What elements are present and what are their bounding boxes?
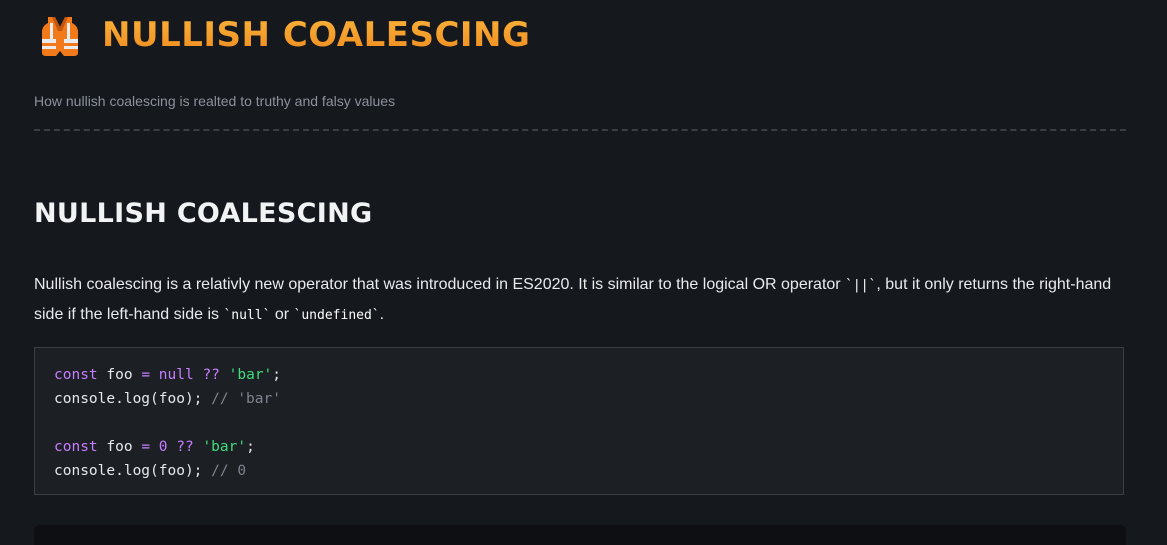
page-title: NULLISH COALESCING: [102, 15, 531, 55]
section-paragraph: Nullish coalescing is a relativly new op…: [34, 270, 1114, 330]
code-token-op: =: [141, 367, 151, 383]
section-heading: NULLISH COALESCING: [34, 198, 373, 229]
page-subtitle: How nullish coalescing is realted to tru…: [34, 93, 396, 109]
code-token-plain: ;: [246, 439, 255, 455]
page-header: NULLISH COALESCING: [38, 12, 530, 58]
inline-code-null: `null`: [223, 308, 271, 323]
code-block[interactable]: const foo = null ?? 'bar'; console.log(fo…: [34, 347, 1124, 495]
inline-code-undefined: `undefined`: [293, 308, 380, 323]
header-divider: [34, 129, 1126, 131]
code-token-plain: console.log(foo);: [54, 463, 212, 479]
inline-code-or: `||`: [845, 278, 877, 293]
code-line: const foo = 0 ?? 'bar';: [54, 435, 281, 459]
code-token-op: ??: [176, 439, 194, 455]
code-token-plain: foo: [97, 367, 142, 383]
code-token-keyword: const: [54, 439, 98, 455]
next-code-block: [34, 525, 1126, 545]
code-token-comment: // 'bar': [211, 391, 281, 407]
code-token-string: 'bar': [202, 439, 247, 455]
code-line: console.log(foo); // 0: [54, 459, 281, 483]
code-token-string: 'bar': [228, 367, 273, 383]
code-token-op: ??: [202, 367, 220, 383]
code-token-num: 0: [158, 439, 168, 455]
paragraph-text: .: [379, 306, 385, 323]
code-token-keyword: const: [54, 367, 98, 383]
code-token-plain: console.log(foo);: [54, 391, 212, 407]
safety-vest-icon: [38, 13, 82, 57]
code-token-comment: // 0: [211, 463, 247, 479]
paragraph-text: Nullish coalescing is a relativly new op…: [34, 276, 846, 293]
code-token-plain: ;: [272, 367, 282, 383]
paragraph-text: or: [270, 306, 294, 323]
code-token-plain: foo: [97, 439, 142, 455]
code-token-null: null: [158, 367, 194, 383]
code-lines: const foo = null ?? 'bar'; console.log(fo…: [54, 363, 281, 483]
code-line: console.log(foo); // 'bar': [54, 387, 281, 411]
code-line: const foo = null ?? 'bar';: [54, 363, 281, 387]
code-token-op: =: [141, 439, 151, 455]
